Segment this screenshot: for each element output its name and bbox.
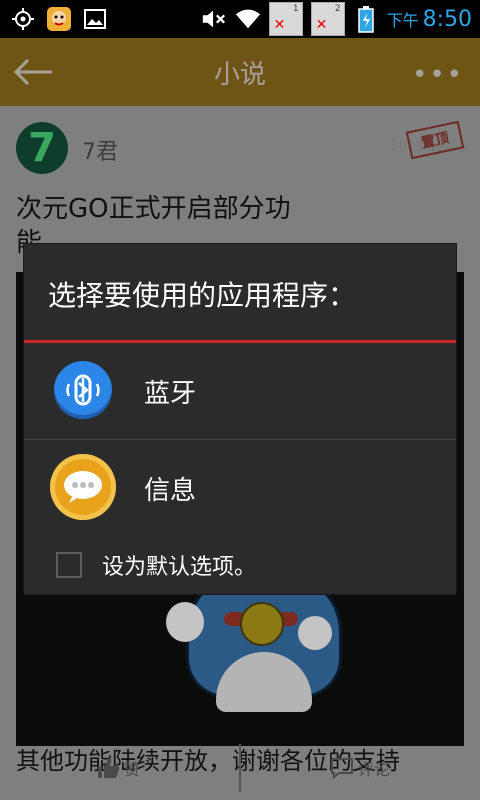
doraemon-bell [240, 602, 284, 646]
option-messaging-label: 信息 [144, 476, 197, 506]
comment-label: 评论 [358, 760, 391, 779]
option-bluetooth-label: 蓝牙 [144, 379, 197, 409]
mute-icon [201, 6, 227, 32]
wifi-icon [235, 6, 261, 32]
app-chooser-dialog: 选择要使用的应用程序： 蓝牙 信息 设为默认选项。 [24, 244, 456, 594]
set-default-checkbox[interactable] [56, 552, 82, 578]
bluetooth-icon [54, 361, 112, 419]
image-icon [82, 6, 108, 32]
doraemon-hand-left [166, 602, 204, 642]
comment-icon [331, 758, 353, 780]
bottom-action-bar: 赞 评论 [0, 738, 480, 800]
avatar[interactable]: 7 [16, 122, 68, 174]
option-bluetooth[interactable]: 蓝牙 [24, 343, 456, 439]
app-bar: 小说 ••• [0, 38, 480, 106]
like-button[interactable]: 赞 [96, 756, 140, 780]
sim2-icon: 2 ✕ [310, 2, 345, 36]
like-label: 赞 [124, 760, 141, 779]
option-messaging[interactable]: 信息 [24, 440, 456, 536]
set-default-label: 设为默认选项。 [102, 555, 257, 580]
bottom-bar-divider [239, 744, 241, 792]
status-bar: 1 ✕ 2 ✕ 下午 8:50 [0, 0, 480, 38]
comment-button[interactable]: 评论 [330, 756, 390, 780]
sim1-icon: 1 ✕ [268, 2, 303, 36]
app-avatar-icon [46, 6, 72, 32]
dialog-title: 选择要使用的应用程序： [48, 279, 357, 312]
set-default-row[interactable]: 设为默认选项。 [24, 542, 456, 590]
more-options-icon[interactable]: ••• [412, 60, 464, 90]
target-icon [10, 6, 36, 32]
messaging-icon [50, 454, 116, 520]
username[interactable]: 7君 [82, 134, 118, 166]
battery-icon [353, 6, 379, 33]
page-title: 小说 [213, 60, 266, 90]
thumbs-up-icon [98, 758, 120, 778]
status-time: 8:50 [422, 6, 472, 32]
time-prefix: 下午 [386, 11, 419, 30]
doraemon-hand-right [298, 616, 332, 650]
